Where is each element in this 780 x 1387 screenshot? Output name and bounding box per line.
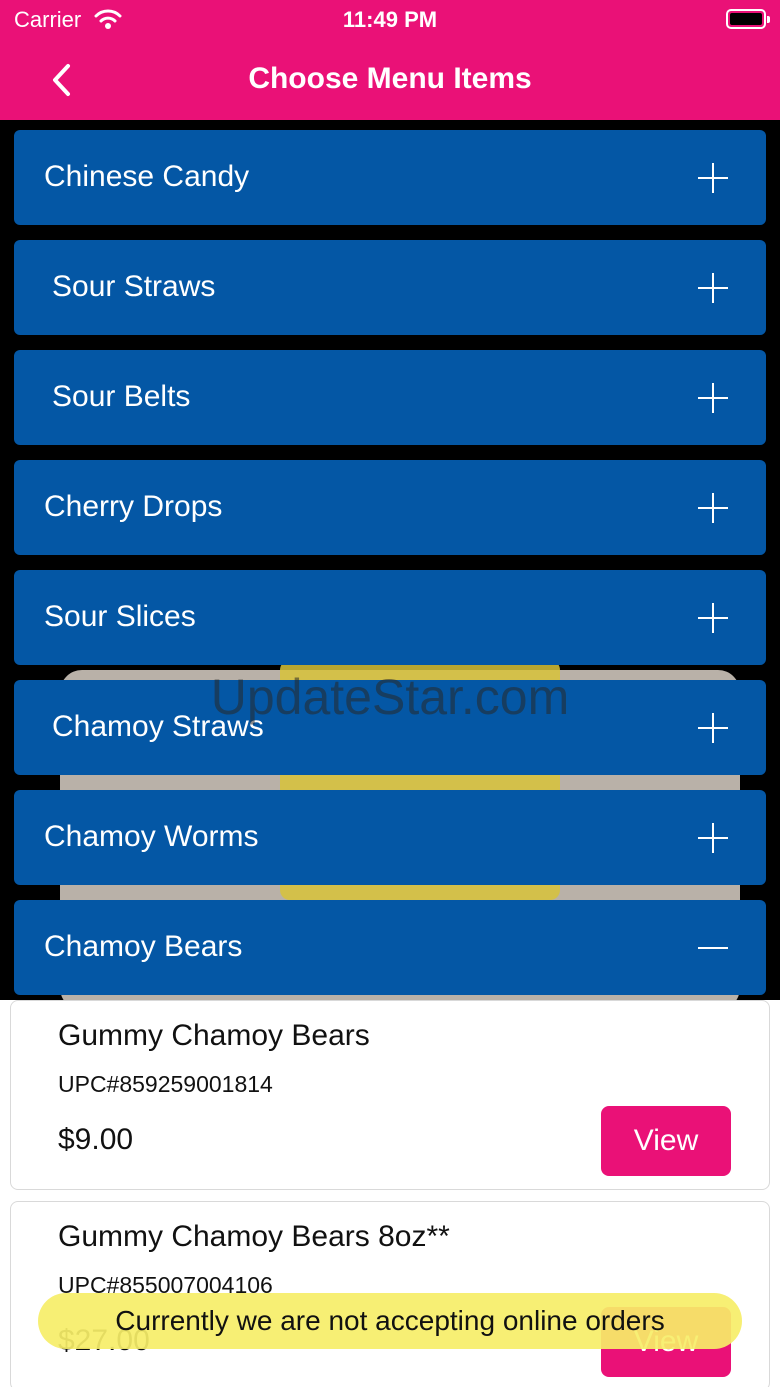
status-bar: Carrier 11:49 PM	[0, 0, 780, 40]
category-label: Sour Belts	[52, 380, 191, 413]
category-label: Chamoy Worms	[44, 820, 259, 853]
product-price: $9.00	[58, 1123, 134, 1156]
category-label: Sour Straws	[52, 270, 216, 303]
plus-icon	[698, 383, 728, 413]
nav-bar: Choose Menu Items	[0, 40, 780, 120]
plus-icon	[698, 823, 728, 853]
category-chinese-candy[interactable]: Chinese Candy	[14, 130, 766, 225]
status-time: 11:49 PM	[342, 7, 438, 32]
category-sour-belts[interactable]: Sour Belts	[14, 350, 766, 445]
category-chamoy-bears[interactable]: Chamoy Bears	[14, 900, 766, 995]
category-label: Chamoy Bears	[44, 930, 243, 963]
plus-icon	[698, 603, 728, 633]
product-upc: UPC#859259001814	[58, 1071, 273, 1097]
view-button[interactable]: View	[601, 1106, 731, 1176]
category-label: Cherry Drops	[44, 490, 223, 523]
product-name: Gummy Chamoy Bears 8oz**	[58, 1220, 450, 1253]
category-sour-slices[interactable]: Sour Slices	[14, 570, 766, 665]
category-cherry-drops[interactable]: Cherry Drops	[14, 460, 766, 555]
minus-icon	[698, 933, 728, 963]
orders-closed-toast: Currently we are not accepting online or…	[38, 1293, 742, 1349]
top-bar: Carrier 11:49 PM Choose Menu Items	[0, 0, 780, 120]
watermark: UpdateStar.com	[210, 669, 570, 725]
category-chamoy-worms[interactable]: Chamoy Worms	[14, 790, 766, 885]
category-sour-straws[interactable]: Sour Straws	[14, 240, 766, 335]
product-card: Gummy Chamoy Bears UPC#859259001814 $9.0…	[10, 1000, 770, 1190]
plus-icon	[698, 273, 728, 303]
battery-icon	[726, 9, 770, 29]
category-label: Sour Slices	[44, 600, 196, 633]
plus-icon	[698, 493, 728, 523]
page-title: Choose Menu Items	[248, 62, 532, 95]
category-label: Chinese Candy	[44, 160, 250, 193]
plus-icon	[698, 163, 728, 193]
product-name: Gummy Chamoy Bears	[58, 1019, 370, 1052]
